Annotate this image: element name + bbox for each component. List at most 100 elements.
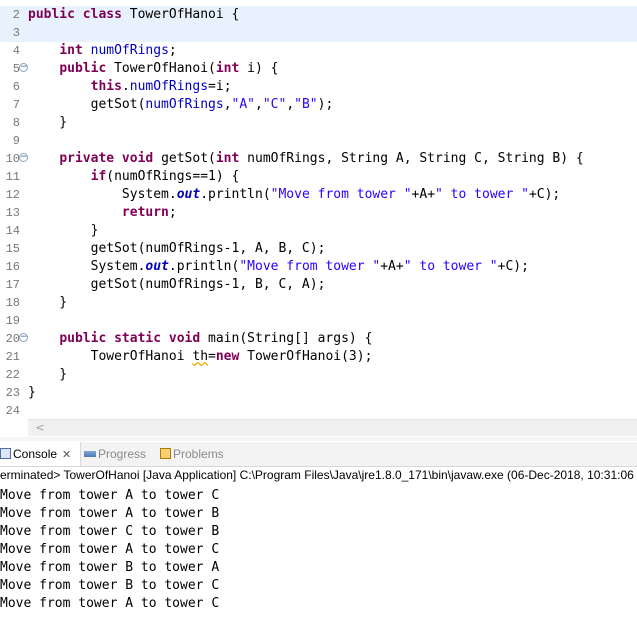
code-line[interactable]: 23} — [0, 384, 637, 402]
code-line[interactable]: 21 TowerOfHanoi th=new TowerOfHanoi(3); — [0, 348, 637, 366]
code-line[interactable]: 16 System.out.println("Move from tower "… — [0, 258, 637, 276]
code-token: TowerOfHanoi(3); — [247, 349, 373, 364]
console-output-line: Move from tower A to tower B — [0, 506, 220, 521]
code-token: int — [215, 151, 248, 166]
line-number: 17 — [5, 278, 20, 292]
line-number: 5 — [12, 62, 20, 76]
panel-divider[interactable] — [0, 437, 637, 441]
code-text: } — [28, 114, 67, 132]
fold-toggle-icon[interactable]: − — [19, 63, 28, 72]
code-line[interactable]: 2 public class TowerOfHanoi { — [0, 6, 637, 24]
code-token: th — [192, 349, 209, 364]
console-status-line: erminated> TowerOfHanoi [Java Applicatio… — [0, 468, 637, 482]
close-icon[interactable]: ✕ — [62, 448, 71, 461]
line-number: 13 — [5, 206, 20, 220]
code-token: int — [59, 43, 91, 58]
code-line[interactable]: 14 } — [0, 222, 637, 240]
code-text: getSot(numOfRings,"A","C","B"); — [28, 96, 334, 114]
tab-label: Console — [13, 447, 58, 461]
fold-toggle-icon[interactable]: − — [19, 333, 28, 342]
line-number: 9 — [12, 134, 20, 148]
code-token: getSot(numOfRings-1, A, B, C); — [28, 241, 326, 256]
code-text: System.out.println("Move from tower "+A+… — [28, 186, 560, 204]
code-token: getSot( — [161, 151, 216, 166]
code-line[interactable]: 19 — [0, 312, 637, 330]
code-token: private void — [59, 151, 162, 166]
code-token: ); — [317, 97, 334, 112]
tab-label: Problems — [173, 447, 224, 461]
line-number: 3 — [12, 26, 20, 40]
progress-icon — [84, 450, 96, 457]
horizontal-scrollbar[interactable]: < — [28, 419, 637, 436]
code-token: main(String[] args) { — [208, 331, 373, 346]
code-token: System. — [28, 259, 146, 274]
code-token: "B" — [294, 97, 318, 112]
code-token: return — [121, 205, 169, 220]
code-token: +A+ — [411, 187, 436, 202]
code-token: } — [28, 367, 68, 382]
problems-icon — [160, 448, 171, 460]
code-line[interactable]: 13 return; — [0, 204, 637, 222]
code-token: numOfRings — [145, 97, 224, 112]
code-text: public TowerOfHanoi(int i) { — [28, 60, 278, 78]
code-token: +C); — [528, 187, 561, 202]
code-token: TowerOfHanoi { — [129, 7, 240, 22]
code-token: } — [28, 115, 68, 130]
line-number: 14 — [5, 224, 20, 238]
code-token: public — [59, 61, 115, 76]
code-token: ; — [168, 43, 177, 58]
code-line[interactable]: 6 this.numOfRings=i; — [0, 78, 637, 96]
code-token: } — [28, 295, 68, 310]
tab-label: Progress — [98, 447, 147, 461]
code-line[interactable]: 5− public TowerOfHanoi(int i) { — [0, 60, 637, 78]
console-output-line: Move from tower A to tower C — [0, 542, 220, 557]
console-output-line: Move from tower B to tower A — [0, 560, 220, 575]
tab-progress[interactable]: Progress — [84, 442, 156, 466]
code-line[interactable]: 22 } — [0, 366, 637, 384]
code-line[interactable]: 4 int numOfRings; — [0, 42, 637, 60]
code-text: if(numOfRings==1) { — [28, 168, 240, 186]
code-text: private void getSot(int numOfRings, Stri… — [28, 150, 583, 168]
fold-toggle-icon[interactable]: − — [19, 153, 28, 162]
code-line[interactable]: 12 System.out.println("Move from tower "… — [0, 186, 637, 204]
code-token: public static void — [59, 331, 209, 346]
code-text: getSot(numOfRings-1, B, C, A); — [28, 276, 326, 294]
code-line[interactable]: 24 — [0, 402, 637, 420]
line-number: 23 — [5, 386, 20, 400]
console-output-line: Move from tower A to tower C — [0, 596, 220, 611]
console-output-line: Move from tower A to tower C — [0, 488, 220, 503]
code-text: } — [28, 222, 99, 240]
console-output-line: Move from tower B to tower C — [0, 578, 220, 593]
line-number: 16 — [5, 260, 20, 274]
code-text: public class TowerOfHanoi { — [28, 6, 239, 24]
code-token: out — [176, 187, 201, 202]
tab-console[interactable]: Console ✕ — [0, 442, 81, 466]
code-token: public class — [28, 7, 130, 22]
code-token: getSot( — [28, 97, 146, 112]
tab-problems[interactable]: Problems — [160, 442, 240, 466]
code-text: } — [28, 366, 67, 384]
code-token: , — [286, 97, 295, 112]
code-line[interactable]: 18 } — [0, 294, 637, 312]
code-line[interactable]: 10− private void getSot(int numOfRings, … — [0, 150, 637, 168]
code-token: numOfRings — [90, 43, 169, 58]
code-line[interactable]: 15 getSot(numOfRings-1, A, B, C); — [0, 240, 637, 258]
code-text: public static void main(String[] args) { — [28, 330, 372, 348]
code-line[interactable]: 17 getSot(numOfRings-1, B, C, A); — [0, 276, 637, 294]
code-token: , — [223, 97, 232, 112]
code-token: new — [215, 349, 248, 364]
code-line[interactable]: 7 getSot(numOfRings,"A","C","B"); — [0, 96, 637, 114]
code-token: getSot(numOfRings-1, B, C, A); — [28, 277, 326, 292]
code-line[interactable]: 8 } — [0, 114, 637, 132]
code-line[interactable]: 9 — [0, 132, 637, 150]
code-line[interactable]: 20− public static void main(String[] arg… — [0, 330, 637, 348]
code-line[interactable]: 11 if(numOfRings==1) { — [0, 168, 637, 186]
code-line[interactable]: 3 — [0, 24, 637, 42]
scroll-left-arrow-icon[interactable]: < — [32, 420, 48, 436]
line-number: 10 — [5, 152, 20, 166]
code-editor[interactable]: 2 public class TowerOfHanoi { 3 4 int numOf… — [0, 0, 637, 419]
